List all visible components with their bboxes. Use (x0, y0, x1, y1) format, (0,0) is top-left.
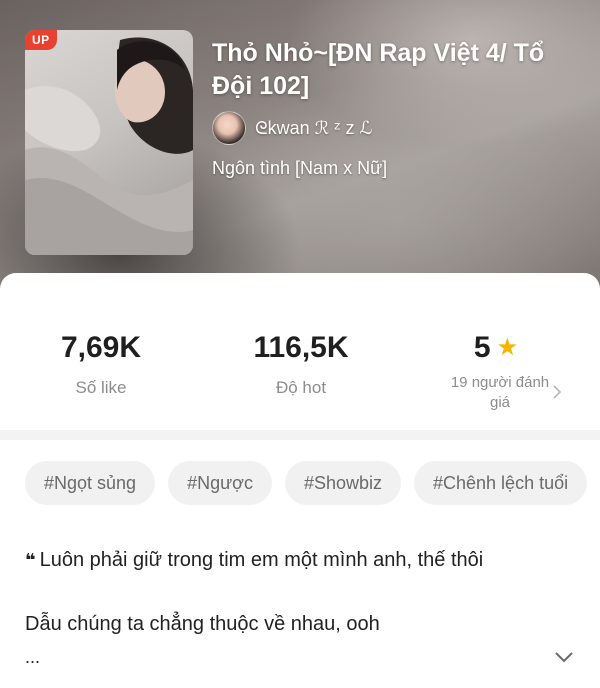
tag-chip[interactable]: #Showbiz (284, 461, 401, 505)
chevron-down-icon[interactable] (554, 650, 574, 668)
section-divider (0, 430, 600, 440)
likes-label: Số like (75, 378, 127, 397)
rating-row: 5 ★ (422, 331, 570, 365)
hot-value: 116,5K (253, 331, 349, 364)
author-row[interactable]: ᘓkwan ℛ ᶻ z ℒ (212, 111, 372, 145)
chevron-right-icon[interactable] (552, 385, 562, 404)
book-title: Thỏ Nhỏ~[ĐN Rap Việt 4/ Tổ Đội 102] (212, 39, 545, 100)
update-badge: UP (25, 30, 57, 50)
hot-label: Độ hot (275, 378, 327, 397)
stat-rating[interactable]: 5 ★ 19 người đánh giá (430, 331, 570, 413)
stat-hot: 116,5K Độ hot (231, 331, 371, 399)
tag-chip[interactable]: #Ngọt sủng (25, 461, 156, 505)
cover-illustration (25, 37, 193, 255)
book-genre: Ngôn tình [Nam x Nữ] (212, 158, 388, 178)
rating-value: 5 (473, 331, 491, 364)
description-ellipsis: ... (25, 647, 41, 667)
tag-chip[interactable]: #Chênh lệch tuổi (414, 461, 588, 505)
tag-chip[interactable]: #Ngược (168, 461, 272, 505)
quote-text: Luôn phải giữ trong tim em một mình anh,… (39, 549, 484, 571)
description-line: Dẫu chúng ta chẳng thuộc về nhau, ooh (25, 613, 380, 635)
tag-list: #Ngọt sủng #Ngược #Showbiz #Chênh lệch t… (25, 461, 600, 505)
likes-value: 7,69K (60, 331, 142, 364)
stat-likes: 7,69K Số like (40, 331, 162, 399)
star-icon: ★ (496, 334, 519, 361)
quote-icon: ❝ (25, 550, 36, 570)
raters-count: 19 người đánh giá (450, 374, 550, 411)
book-header: UP Thỏ Nhỏ~[ĐN Rap Việt 4/ Tổ Đội 102] ᘓ… (0, 0, 600, 300)
book-info-card: 7,69K Số like 116,5K Độ hot 5 ★ 19 người… (0, 273, 600, 688)
author-avatar[interactable] (212, 111, 246, 145)
book-cover-image[interactable] (25, 30, 193, 255)
author-name[interactable]: ᘓkwan ℛ ᶻ z ℒ (255, 118, 372, 139)
description-quote: ❝ Luôn phải giữ trong tim em một mình anh… (25, 547, 585, 573)
